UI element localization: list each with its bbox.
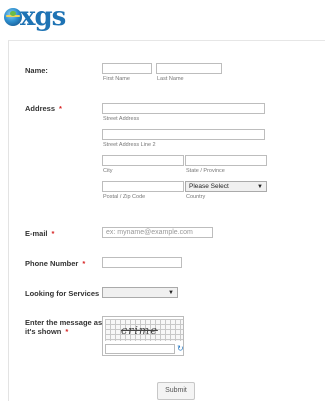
logo-text: xgs [20,2,66,32]
city-sublabel: City [103,168,113,174]
street-address-sublabel: Street Address [103,116,140,122]
captcha-word: crime [121,324,158,337]
city-input[interactable] [102,155,184,166]
postal-code-input[interactable] [102,181,184,192]
dropdown-arrow-icon: ▼ [168,290,174,296]
submit-button[interactable]: Submit [157,382,195,400]
globe-icon [4,8,22,26]
required-marker: * [65,327,69,336]
postal-code-sublabel: Postal / Zip Code [103,194,146,200]
address-label: Address * [25,104,62,113]
email-input[interactable]: ex: myname@example.com [102,227,213,238]
dropdown-arrow-icon: ▼ [257,184,263,190]
first-name-input[interactable] [102,63,152,74]
phone-label: Phone Number * [25,259,86,268]
refresh-icon[interactable]: ↻ [177,344,184,354]
xgs-logo[interactable]: xgs [4,2,66,32]
last-name-sublabel: Last Name [157,76,184,82]
captcha-input[interactable] [105,344,175,354]
first-name-sublabel: First Name [103,76,130,82]
street-address-line2-sublabel: Street Address Line 2 [103,142,156,148]
country-select[interactable]: Please Select ▼ [185,181,267,192]
country-sublabel: Country [186,194,206,200]
phone-input[interactable] [102,257,182,268]
page-header: xgs [0,0,325,38]
services-label: Looking for Services [25,289,100,298]
street-address-line2-input[interactable] [102,129,265,140]
captcha-widget: crime ↻ [102,316,184,356]
state-input[interactable] [185,155,267,166]
name-label: Name: [25,66,48,75]
captcha-image: crime [105,319,183,341]
captcha-label: Enter the message as it's shown * [25,318,103,336]
services-select[interactable]: ▼ [102,287,178,298]
required-marker: * [59,104,62,113]
state-sublabel: State / Province [186,168,225,174]
street-address-input[interactable] [102,103,265,114]
required-marker: * [51,229,55,238]
required-marker: * [82,259,86,268]
last-name-input[interactable] [156,63,222,74]
email-label: E-mail * [25,229,55,238]
